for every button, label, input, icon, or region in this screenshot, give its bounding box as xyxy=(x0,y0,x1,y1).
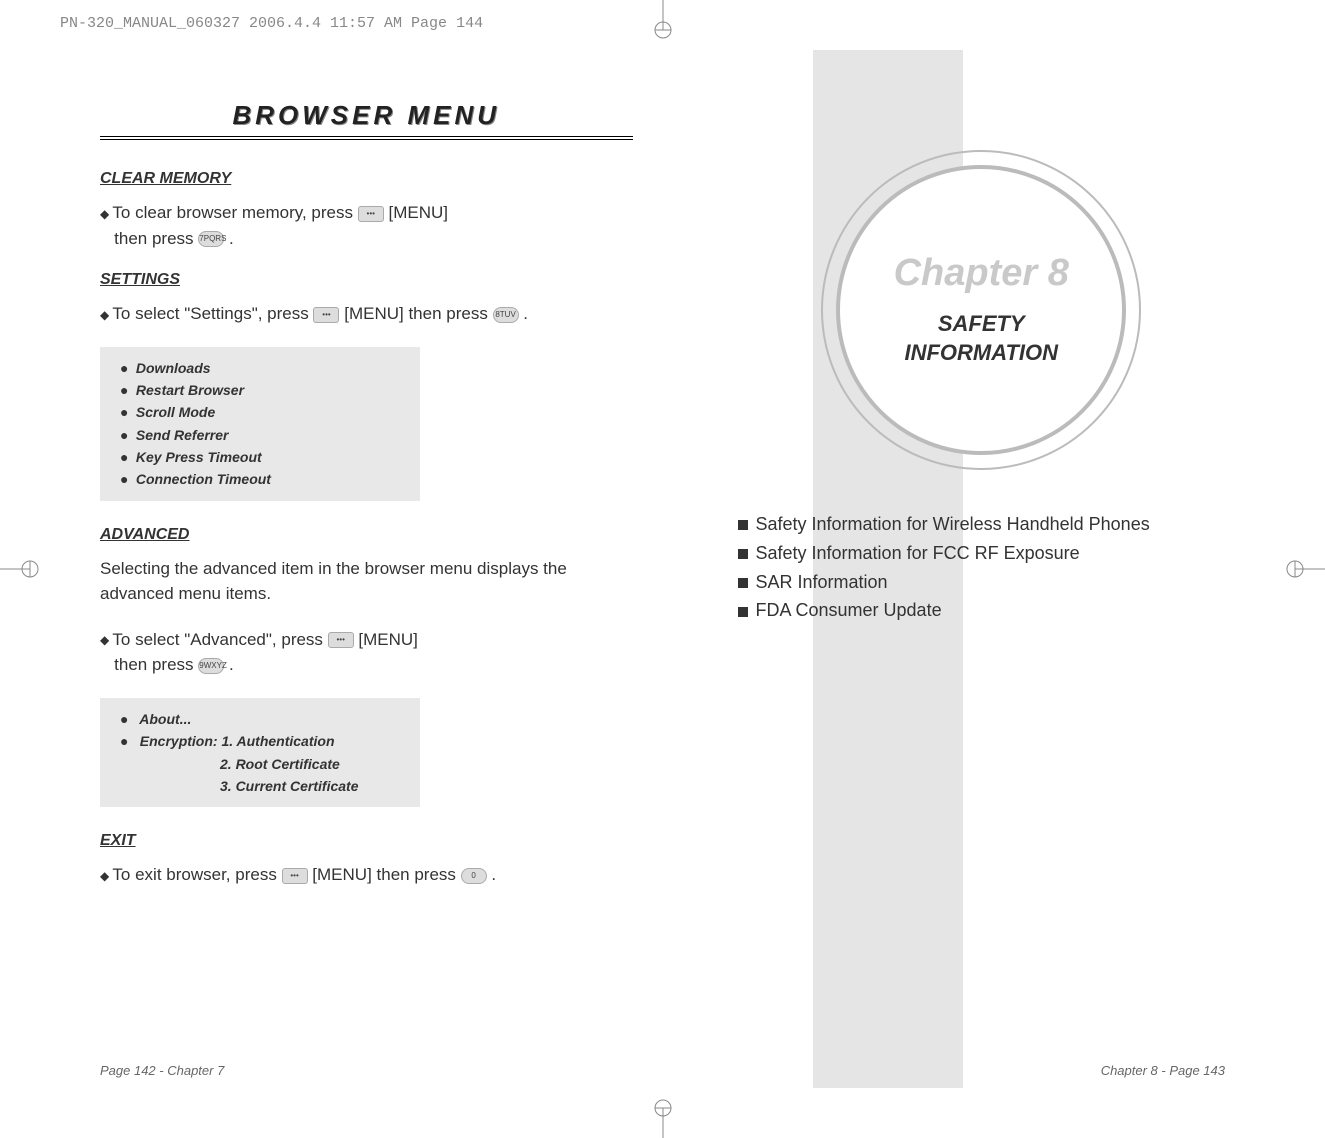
left-page: BROWSER MENU CLEAR MEMORY ◆ To clear bro… xyxy=(55,50,693,1088)
chapter-number: Chapter 8 xyxy=(894,252,1069,295)
eight-key-icon: 8TUV xyxy=(493,307,519,323)
page-footer-right: Chapter 8 - Page 143 xyxy=(1101,1063,1225,1078)
square-bullet-icon xyxy=(738,607,748,617)
list-item: 3. Current Certificate xyxy=(120,775,400,797)
text: . xyxy=(491,865,496,884)
text: . xyxy=(523,304,528,323)
item-label: Scroll Mode xyxy=(136,404,215,420)
advanced-heading: ADVANCED xyxy=(100,526,633,544)
square-bullet-icon xyxy=(738,520,748,530)
crop-mark-bottom-icon xyxy=(643,1098,683,1138)
circle-outer: Chapter 8 SAFETY INFORMATION xyxy=(821,150,1141,470)
page-spread: BROWSER MENU CLEAR MEMORY ◆ To clear bro… xyxy=(55,50,1270,1088)
settings-instruction: ◆ To select "Settings", press ••• [MENU]… xyxy=(100,301,633,327)
settings-options-box: ● Downloads ● Restart Browser ● Scroll M… xyxy=(100,347,420,501)
toc-item: Safety Information for FCC RF Exposure xyxy=(738,539,1226,568)
clear-memory-heading: CLEAR MEMORY xyxy=(100,170,633,188)
item-label: Encryption: 1. Authentication xyxy=(140,733,335,749)
list-item: ● Send Referrer xyxy=(120,424,400,446)
bullet-icon: ● xyxy=(120,446,132,468)
crop-mark-left-icon xyxy=(0,549,40,589)
text: [MENU] xyxy=(358,630,418,649)
clear-memory-instruction: ◆ To clear browser memory, press ••• [ME… xyxy=(100,200,633,251)
text: then press xyxy=(114,655,193,674)
item-label: About... xyxy=(139,711,191,727)
chapter-subtitle: SAFETY INFORMATION xyxy=(904,310,1058,367)
text: To select "Settings", press xyxy=(112,304,308,323)
toc-item: Safety Information for Wireless Handheld… xyxy=(738,510,1226,539)
advanced-options-box: ● About... ● Encryption: 1. Authenticati… xyxy=(100,698,420,808)
toc-item: FDA Consumer Update xyxy=(738,596,1226,625)
crop-mark-top-icon xyxy=(643,0,683,40)
list-item: ● Connection Timeout xyxy=(120,468,400,490)
toc-item: SAR Information xyxy=(738,568,1226,597)
diamond-bullet-icon: ◆ xyxy=(100,631,108,649)
list-item: ● Scroll Mode xyxy=(120,401,400,423)
item-label: Key Press Timeout xyxy=(136,449,262,465)
list-item: ● Restart Browser xyxy=(120,379,400,401)
list-item: ● Encryption: 1. Authentication xyxy=(120,730,400,752)
text: To exit browser, press xyxy=(112,865,276,884)
nine-key-icon: 9WXYZ xyxy=(198,658,224,674)
page-footer-left: Page 142 - Chapter 7 xyxy=(100,1063,224,1078)
bullet-icon: ● xyxy=(120,379,132,401)
bullet-icon: ● xyxy=(120,708,132,730)
crop-mark-right-icon xyxy=(1285,549,1325,589)
item-label: Send Referrer xyxy=(136,427,229,443)
bullet-icon: ● xyxy=(120,357,132,379)
text: [MENU] xyxy=(388,203,448,222)
text: then press xyxy=(114,229,193,248)
advanced-instruction: ◆ To select "Advanced", press ••• [MENU]… xyxy=(100,627,633,678)
settings-heading: SETTINGS xyxy=(100,271,633,289)
list-item: 2. Root Certificate xyxy=(120,753,400,775)
square-bullet-icon xyxy=(738,578,748,588)
bullet-icon: ● xyxy=(120,401,132,423)
circle-inner: Chapter 8 SAFETY INFORMATION xyxy=(836,165,1126,455)
menu-button-icon: ••• xyxy=(358,206,384,222)
subtitle-line2: INFORMATION xyxy=(904,340,1058,365)
right-page: Chapter 8 SAFETY INFORMATION Safety Info… xyxy=(693,50,1271,1088)
table-of-contents: Safety Information for Wireless Handheld… xyxy=(738,510,1226,625)
list-item: ● Downloads xyxy=(120,357,400,379)
print-header: PN-320_MANUAL_060327 2006.4.4 11:57 AM P… xyxy=(60,15,483,32)
square-bullet-icon xyxy=(738,549,748,559)
diamond-bullet-icon: ◆ xyxy=(100,205,108,223)
item-label: 3. Current Certificate xyxy=(220,778,358,794)
text: [MENU] then press xyxy=(312,865,456,884)
menu-button-icon: ••• xyxy=(313,307,339,323)
item-label: Connection Timeout xyxy=(136,471,271,487)
exit-heading: EXIT xyxy=(100,832,633,850)
zero-key-icon: 0 xyxy=(461,868,487,884)
toc-label: FDA Consumer Update xyxy=(756,600,942,620)
list-item: ● About... xyxy=(120,708,400,730)
text: [MENU] then press xyxy=(344,304,488,323)
exit-instruction: ◆ To exit browser, press ••• [MENU] then… xyxy=(100,862,633,888)
text: To clear browser memory, press xyxy=(112,203,353,222)
subtitle-line1: SAFETY xyxy=(938,311,1025,336)
item-label: Downloads xyxy=(136,360,211,376)
text: . xyxy=(229,229,234,248)
text: . xyxy=(229,655,234,674)
bullet-icon: ● xyxy=(120,468,132,490)
toc-label: Safety Information for Wireless Handheld… xyxy=(756,514,1150,534)
item-label: Restart Browser xyxy=(136,382,244,398)
page-title: BROWSER MENU xyxy=(100,100,633,131)
diamond-bullet-icon: ◆ xyxy=(100,306,108,324)
item-label: 2. Root Certificate xyxy=(220,756,340,772)
toc-label: SAR Information xyxy=(756,572,888,592)
bullet-icon: ● xyxy=(120,730,132,752)
bullet-icon: ● xyxy=(120,424,132,446)
chapter-circle: Chapter 8 SAFETY INFORMATION xyxy=(821,150,1141,470)
seven-key-icon: 7PQRS xyxy=(198,231,224,247)
menu-button-icon: ••• xyxy=(328,632,354,648)
menu-button-icon: ••• xyxy=(282,868,308,884)
advanced-paragraph: Selecting the advanced item in the brows… xyxy=(100,556,633,607)
text: To select "Advanced", press xyxy=(112,630,323,649)
title-underline xyxy=(100,136,633,140)
toc-label: Safety Information for FCC RF Exposure xyxy=(756,543,1080,563)
list-item: ● Key Press Timeout xyxy=(120,446,400,468)
diamond-bullet-icon: ◆ xyxy=(100,867,108,885)
